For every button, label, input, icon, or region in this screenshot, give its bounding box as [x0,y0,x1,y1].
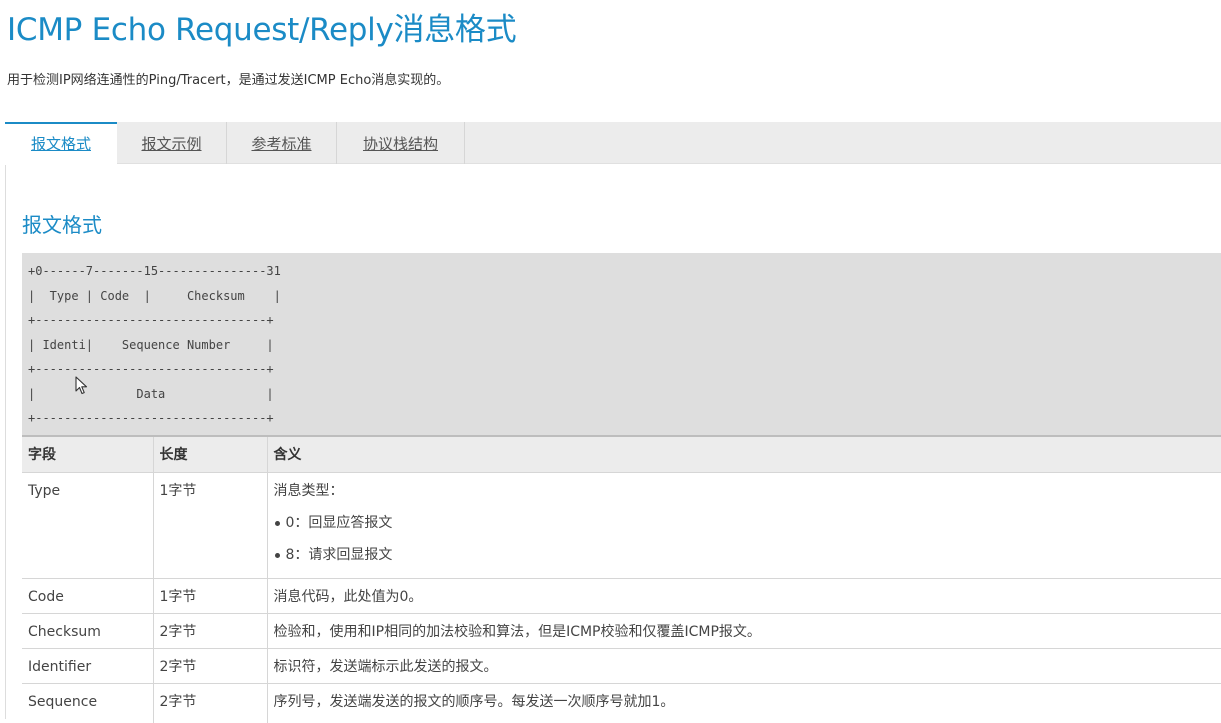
table-row: Code 1字节 消息代码，此处值为0。 [22,577,1221,613]
table-header-row: 字段 长度 含义 [22,435,1221,472]
list-item: 8：请求回显报文 [274,545,1216,565]
field-meaning: 序列号，发送端发送的报文的顺序号。每发送一次顺序号就加1。 [267,682,1221,723]
list-item: 0：回显应答报文 [274,513,1216,533]
mouse-pointer-icon [75,376,88,395]
tab-protocol-stack[interactable]: 协议栈结构 [337,122,465,164]
page-description: 用于检测IP网络连通性的Ping/Tracert，是通过发送ICMP Echo消… [7,73,450,88]
tab-message-format[interactable]: 报文格式 [5,122,117,165]
field-length: 1字节 [153,471,268,578]
field-length: 2字节 [153,647,268,683]
message-format-diagram: +0------7-------15---------------31 | Ty… [22,253,1221,435]
field-table: 字段 长度 含义 Type 1字节 消息类型： 0：回显应答报文 8：请求回显报… [22,435,1221,723]
field-meaning: 消息代码，此处值为0。 [267,577,1221,613]
field-name: Sequence [22,682,154,723]
tab-message-example[interactable]: 报文示例 [117,122,227,164]
field-name: Code [22,577,154,613]
type-value-list: 0：回显应答报文 8：请求回显报文 [274,513,1216,565]
field-name: Checksum [22,612,154,648]
header-length: 长度 [153,435,268,472]
field-meaning-text: 消息类型： [273,482,344,499]
tab-bar: 报文格式 报文示例 参考标准 协议栈结构 [5,122,1221,165]
field-length: 2字节 [153,682,268,723]
table-row: Identifier 2字节 标识符，发送端标示此发送的报文。 [22,647,1221,683]
header-meaning: 含义 [267,435,1221,472]
field-name: Type [22,471,154,578]
table-row: Sequence 2字节 序列号，发送端发送的报文的顺序号。每发送一次顺序号就加… [22,682,1221,723]
field-meaning: 标识符，发送端标示此发送的报文。 [267,647,1221,683]
table-row: Type 1字节 消息类型： 0：回显应答报文 8：请求回显报文 [22,471,1221,578]
header-field: 字段 [22,435,154,472]
field-length: 1字节 [153,577,268,613]
table-row: Checksum 2字节 检验和，使用和IP相同的加法校验和算法，但是ICMP校… [22,612,1221,648]
field-meaning: 消息类型： 0：回显应答报文 8：请求回显报文 [267,471,1221,578]
page-title: ICMP Echo Request/Reply消息格式 [7,12,517,48]
section-title: 报文格式 [22,213,102,237]
field-name: Identifier [22,647,154,683]
tab-reference-standard[interactable]: 参考标准 [227,122,337,164]
field-length: 2字节 [153,612,268,648]
field-meaning: 检验和，使用和IP相同的加法校验和算法，但是ICMP校验和仅覆盖ICMP报文。 [267,612,1221,648]
